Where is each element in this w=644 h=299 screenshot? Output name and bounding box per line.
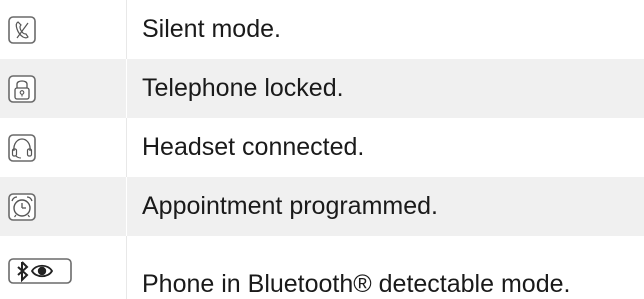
row-description: Headset connected. (142, 133, 365, 161)
column-divider (126, 0, 127, 59)
table-row: Appointment programmed. (0, 177, 644, 236)
row-description: Appointment programmed. (142, 192, 438, 220)
row-description: Phone in Bluetooth® detectable mode. (142, 270, 571, 298)
row-description: Silent mode. (142, 15, 281, 43)
table-row: Telephone locked. (0, 59, 644, 118)
silent-mode-icon (8, 15, 36, 44)
column-divider (126, 59, 127, 118)
lock-icon (8, 74, 36, 103)
headset-icon (8, 133, 36, 162)
table-row: Headset connected. (0, 118, 644, 177)
row-description: Telephone locked. (142, 74, 344, 102)
column-divider (126, 177, 127, 236)
status-icon-table: Silent mode. Telephone locked. Headset c… (0, 0, 644, 299)
table-row: Silent mode. (0, 0, 644, 59)
column-divider (126, 118, 127, 177)
bluetooth-detectable-icon (8, 258, 72, 284)
table-row: Phone in Bluetooth® detectable mode. (0, 236, 644, 299)
column-divider (126, 236, 127, 299)
alarm-clock-icon (8, 192, 36, 221)
